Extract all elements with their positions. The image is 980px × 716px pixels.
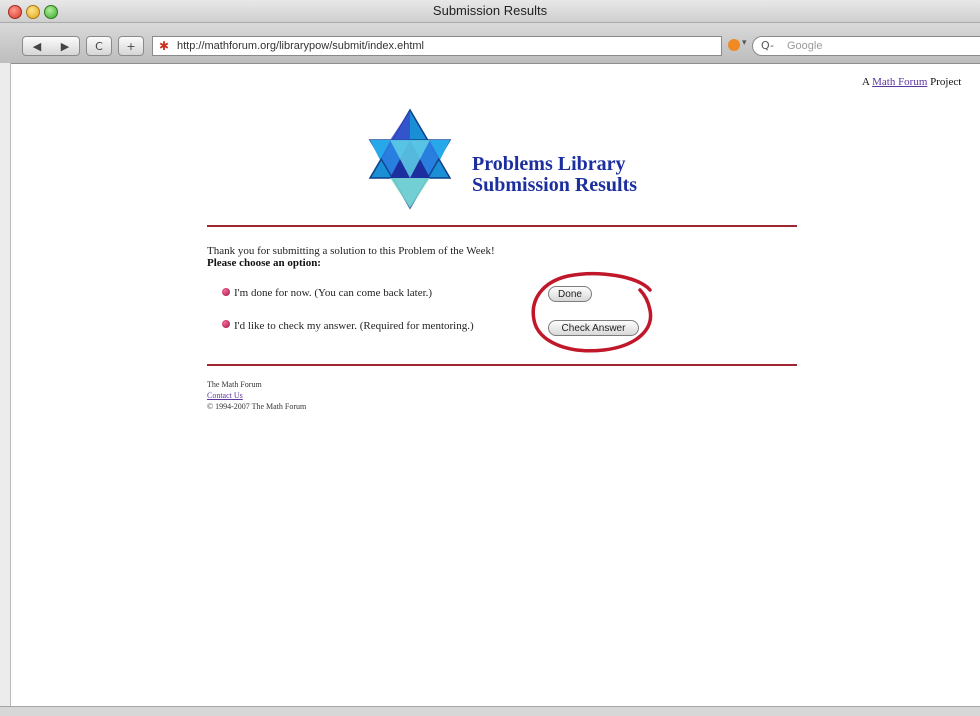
site-favicon-icon: ✱ bbox=[159, 39, 170, 53]
option-check-text: I'd like to check my answer. (Required f… bbox=[234, 320, 474, 332]
annotation-circle bbox=[531, 271, 653, 353]
browser-window: Submission Results ◀ ▶ C + ✱ http://mathf… bbox=[0, 0, 980, 716]
address-bar-url: http://mathforum.org/librarypow/submit/i… bbox=[177, 40, 424, 52]
bottom-divider bbox=[207, 364, 797, 366]
back-forward-buttons: ◀ ▶ bbox=[22, 36, 80, 56]
window-title: Submission Results bbox=[432, 3, 548, 18]
search-field[interactable]: Q- Google bbox=[752, 36, 980, 56]
add-bookmark-button[interactable]: + bbox=[118, 36, 144, 56]
search-icon[interactable]: Q- bbox=[761, 37, 774, 55]
window-left-edge bbox=[0, 63, 11, 715]
page-heading-line1: Problems Library bbox=[472, 153, 626, 175]
contact-us-link[interactable]: Contact Us bbox=[207, 391, 243, 400]
reload-button[interactable]: C bbox=[86, 36, 112, 56]
bullet-icon bbox=[222, 288, 230, 296]
rss-icon[interactable] bbox=[728, 39, 740, 51]
page-heading-line2: Submission Results bbox=[472, 174, 638, 196]
thanks-message: Thank you for submitting a solution to t… bbox=[207, 245, 495, 257]
browser-toolbar: ◀ ▶ C + ✱ http://mathforum.org/librarypow… bbox=[0, 23, 980, 64]
footer-copyright: © 1994-2007 The Math Forum bbox=[207, 402, 307, 411]
choose-option-label: Please choose an option: bbox=[207, 257, 321, 269]
project-credit-suffix: Project bbox=[930, 76, 962, 88]
bullet-icon bbox=[222, 320, 230, 328]
star-logo-icon bbox=[368, 108, 452, 210]
address-bar[interactable]: ✱ http://mathforum.org/librarypow/submit… bbox=[152, 36, 722, 56]
forward-arrow-icon[interactable]: ▶ bbox=[51, 37, 79, 57]
math-forum-link[interactable]: Math Forum bbox=[872, 76, 927, 88]
footer-org: The Math Forum bbox=[207, 380, 262, 389]
top-divider bbox=[207, 225, 797, 227]
project-credit-prefix: A bbox=[862, 76, 870, 88]
project-credit: A Math Forum Project bbox=[862, 76, 961, 88]
option-done-text: I'm done for now. (You can come back lat… bbox=[234, 287, 433, 299]
back-arrow-icon[interactable]: ◀ bbox=[23, 37, 51, 57]
title-bar: Submission Results bbox=[0, 0, 980, 23]
rss-dropdown-icon[interactable]: ▾ bbox=[742, 38, 747, 48]
search-placeholder: Google bbox=[787, 40, 823, 52]
